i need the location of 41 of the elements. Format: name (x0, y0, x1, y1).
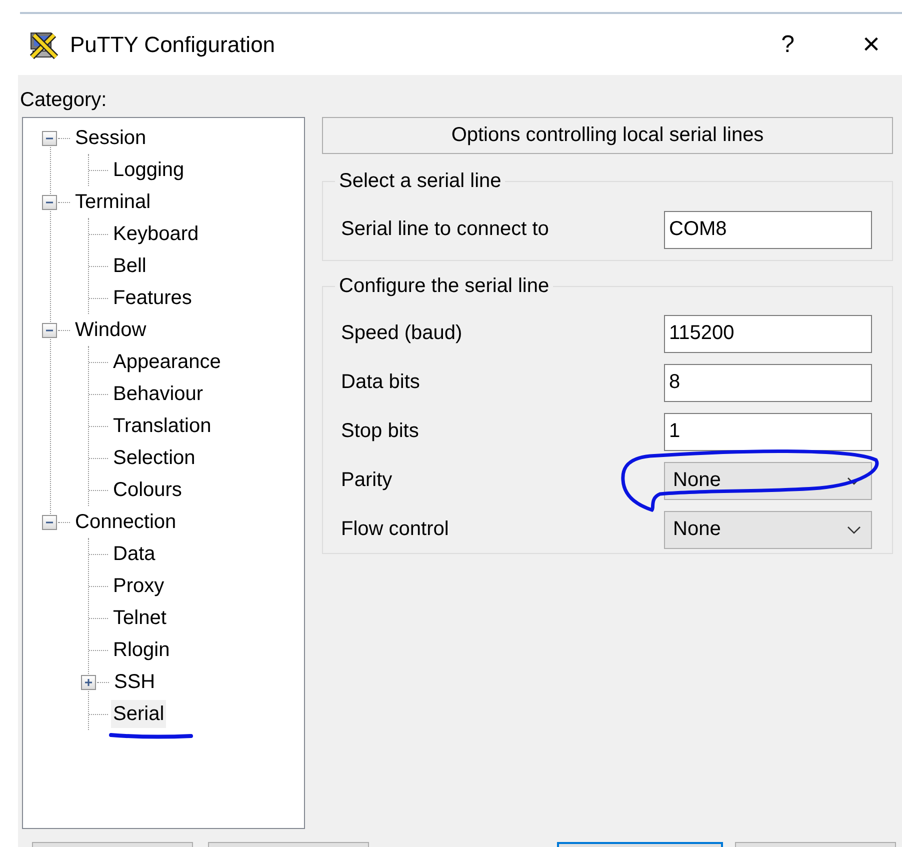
collapse-icon[interactable] (42, 514, 57, 530)
expand-icon[interactable] (81, 674, 96, 690)
tree-item[interactable]: Terminal (73, 188, 153, 216)
category-label: Category: (20, 89, 107, 113)
dropdown[interactable]: None (664, 510, 872, 548)
text-field[interactable]: 1 (664, 412, 872, 450)
text-field[interactable]: 8 (664, 364, 872, 402)
text-field[interactable]: 115200 (664, 314, 872, 352)
field-label: Data bits (341, 371, 420, 394)
collapse-icon[interactable] (42, 194, 57, 210)
tree-item[interactable]: Telnet (111, 604, 168, 632)
help-button[interactable]: ? (781, 30, 794, 58)
tree-item[interactable]: Keyboard (111, 220, 201, 248)
tree-item[interactable]: Behaviour (111, 380, 206, 408)
field-label: Parity (341, 469, 392, 492)
close-button[interactable]: × (862, 28, 880, 62)
window-title: PuTTY Configuration (70, 32, 276, 58)
tree-item[interactable]: Appearance (111, 348, 223, 376)
tree-item[interactable]: Rlogin (111, 636, 172, 664)
tree-item[interactable]: Colours (111, 476, 184, 504)
collapse-icon[interactable] (42, 322, 57, 338)
tree-item[interactable]: Connection (73, 508, 178, 536)
field-label: Serial line to connect to (341, 218, 549, 241)
dropdown[interactable]: None (664, 462, 872, 500)
tree-item[interactable]: Proxy (111, 572, 166, 600)
tree-item[interactable]: Data (111, 540, 158, 568)
field-label: Flow control (341, 518, 449, 541)
tree-item[interactable]: Selection (111, 444, 198, 472)
field-label: Speed (baud) (341, 322, 462, 345)
field-label: Stop bits (341, 420, 419, 443)
tree-item[interactable]: SSH (112, 668, 158, 696)
tree-item[interactable]: Session (73, 124, 148, 152)
tree-item[interactable]: Features (111, 284, 194, 312)
collapse-icon[interactable] (42, 130, 57, 146)
tree-item[interactable]: Translation (111, 412, 214, 440)
text-field[interactable]: COM8 (664, 210, 872, 248)
tree-item[interactable]: Bell (111, 252, 148, 280)
panel-header[interactable]: Options controlling local serial lines (322, 117, 893, 154)
tree-item[interactable]: Logging (111, 156, 186, 184)
tree-item[interactable]: Window (73, 316, 148, 344)
chevron-down-icon (847, 526, 861, 534)
